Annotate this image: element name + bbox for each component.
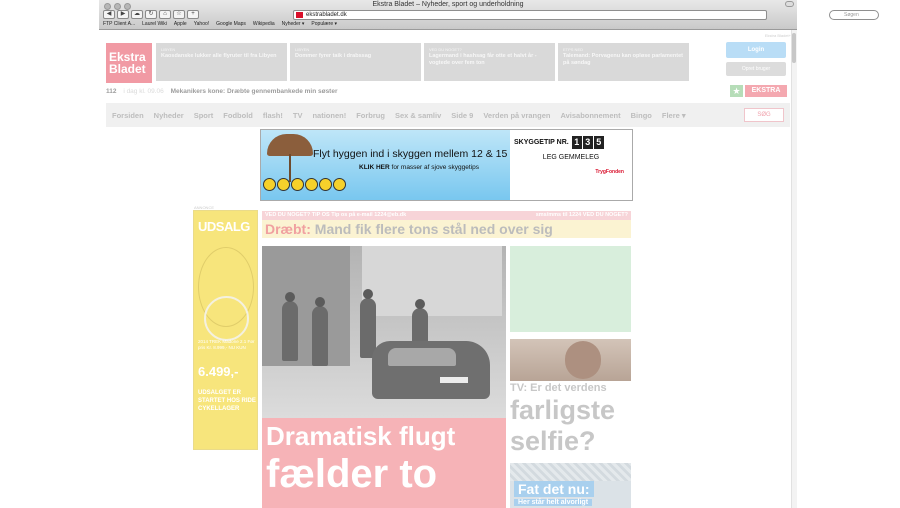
- toolbar-toggle-icon[interactable]: [785, 1, 794, 7]
- teaser-card[interactable]: VED DU NOGET? Lagermand i hashsag får ot…: [424, 43, 555, 81]
- nav-item[interactable]: TV: [293, 111, 303, 120]
- duck-icon: [263, 178, 276, 191]
- nav-item[interactable]: Forbrug: [356, 111, 385, 120]
- firefighter-figure: [312, 306, 328, 366]
- ekstra-button[interactable]: EKSTRA: [745, 85, 787, 97]
- firefighter-figure: [282, 301, 298, 361]
- duck-icon: [305, 178, 318, 191]
- nav-item[interactable]: Avisabonnement: [560, 111, 620, 120]
- duck-icon: [333, 178, 346, 191]
- create-user-button[interactable]: Opret bruger: [726, 62, 786, 76]
- breaking-time: i dag kl. 09.06: [123, 88, 164, 95]
- nav-item[interactable]: Sex & samliv: [395, 111, 441, 120]
- banner-headline: Flyt hyggen ind i skyggen mellem 12 & 15: [313, 148, 508, 160]
- ad-price: 6.499,-: [198, 364, 239, 379]
- scrollbar-thumb[interactable]: [792, 33, 796, 63]
- skyggetip-digits: 1 3 5: [571, 136, 604, 149]
- nav-item[interactable]: Bingo: [631, 111, 652, 120]
- bookmarks-bar: FTP Client A... Laurel Wiki Apple Yahoo!…: [103, 21, 337, 27]
- bookmark-item[interactable]: Yahoo!: [194, 21, 209, 27]
- login-note: Ekstra Bladet+: [764, 33, 791, 38]
- digit: 1: [571, 136, 582, 149]
- ad-banner[interactable]: Flyt hyggen ind i skyggen mellem 12 & 15…: [260, 129, 633, 201]
- breaking-text: Mekanikers kone: Dræbte gennembankede mi…: [170, 88, 338, 95]
- nav-item[interactable]: Sport: [194, 111, 214, 120]
- home-icon[interactable]: ⌂: [159, 10, 171, 19]
- main-navigation: Forsiden Nyheder Sport Fodbold flash! TV…: [106, 103, 790, 127]
- browser-nav-buttons: ◀ ▶ ☁ ↻ ⌂ ☆ +: [103, 10, 199, 19]
- site-logo[interactable]: Ekstra Bladet: [106, 43, 152, 83]
- lead-headline[interactable]: Dramatisk flugt fælder to: [262, 418, 506, 508]
- sale-title: UDSALG: [198, 219, 250, 234]
- banner-counter: SKYGGETIP NR. 1 3 5 LEG GEMMELEG TrygFon…: [510, 130, 632, 200]
- headline-text: Mand fik flere tons stål ned over sig: [310, 221, 553, 237]
- cloud-icon[interactable]: ☁: [131, 10, 143, 19]
- duck-icon: [291, 178, 304, 191]
- nav-item[interactable]: Forsiden: [112, 111, 144, 120]
- address-bar[interactable]: ekstrabladet.dk: [293, 10, 767, 20]
- selfie-headline[interactable]: TV: Er det verdens farligste selfie?: [510, 382, 631, 457]
- bookmark-item[interactable]: FTP Client A...: [103, 21, 135, 27]
- forward-icon[interactable]: ▶: [117, 10, 129, 19]
- address-url: ekstrabladet.dk: [306, 12, 347, 18]
- back-icon[interactable]: ◀: [103, 10, 115, 19]
- breaking-label: 112: [106, 88, 117, 95]
- browser-toolbar: Ekstra Bladet – Nyheder, sport og underh…: [99, 0, 879, 30]
- left-ad[interactable]: ANNONCE UDSALG 2014 TREK Madone 2.1 Før …: [193, 205, 258, 450]
- page-scrollbar[interactable]: [791, 30, 797, 508]
- teaser-strip: LIBYEN Kaosdanske lukker alle flyruter t…: [156, 43, 689, 81]
- browser-search-input[interactable]: Søgen: [829, 10, 879, 20]
- breaking-news[interactable]: 112 i dag kl. 09.06 Mekanikers kone: Dræ…: [106, 88, 338, 95]
- nav-item[interactable]: Verden på vrangen: [483, 111, 550, 120]
- login-panel: Ekstra Bladet+ Login Opret bruger: [726, 33, 791, 91]
- fat-det-nu-teaser[interactable]: Fat det nu: Her står helt alvorligt: [510, 463, 631, 508]
- tip-bar[interactable]: VED DU NOGET? TIP OS Tip os på e-mail 12…: [262, 211, 631, 220]
- window-title: Ekstra Bladet – Nyheder, sport og underh…: [372, 1, 524, 8]
- nav-item[interactable]: Fodbold: [223, 111, 253, 120]
- digit: 5: [593, 136, 604, 149]
- teaser-card[interactable]: LIBYEN Dommer fyrer taik i drabssag: [290, 43, 421, 81]
- bookmark-item[interactable]: Populære ▾: [311, 21, 337, 27]
- nav-item[interactable]: flash!: [263, 111, 283, 120]
- umbrella-icon: [267, 134, 313, 156]
- banner-illustration: Flyt hyggen ind i skyggen mellem 12 & 15…: [261, 130, 510, 200]
- trygfonden-logo: TrygFonden: [595, 169, 624, 175]
- duck-icon: [319, 178, 332, 191]
- headline-prefix: Dræbt:: [265, 221, 311, 237]
- ad-placeholder: [510, 246, 631, 332]
- web-page: Ekstra Bladet LIBYEN Kaosdanske lukker a…: [99, 30, 797, 508]
- share-icon[interactable]: +: [187, 10, 199, 19]
- bookmark-item[interactable]: Nyheder ▾: [282, 21, 305, 27]
- site-favicon-icon: [296, 12, 303, 18]
- teaser-card[interactable]: ETPS NED Talemand: Porvagenu kan opløse …: [558, 43, 689, 81]
- bookmark-icon[interactable]: ☆: [173, 10, 185, 19]
- ducks-illustration: [263, 178, 346, 191]
- site-search-button[interactable]: SØG: [744, 108, 784, 122]
- banner-subline: KLIK HER for masser af sjove skyggetips: [359, 164, 479, 171]
- teaser-card[interactable]: LIBYEN Kaosdanske lukker alle flyruter t…: [156, 43, 287, 81]
- nav-item-more[interactable]: Flere ▾: [662, 111, 686, 120]
- reload-icon[interactable]: ↻: [145, 10, 157, 19]
- bike-wheel-icon: [204, 296, 249, 341]
- duck-icon: [277, 178, 290, 191]
- nav-item[interactable]: nationen!: [312, 111, 346, 120]
- nav-item[interactable]: Nyheder: [154, 111, 184, 120]
- bookmark-item[interactable]: Wikipedia: [253, 21, 275, 27]
- ad-model: 2014 TREK Madone 2.1 Før pris Kr. 8.999,…: [198, 339, 255, 350]
- lead-photo[interactable]: [262, 246, 506, 418]
- star-icon[interactable]: ★: [730, 85, 743, 97]
- bookmark-item[interactable]: Laurel Wiki: [142, 21, 167, 27]
- ad-started: UDSALGET ER STARTET HOS RIDE CYKELLAGER: [198, 390, 256, 412]
- selfie-thumbnail[interactable]: [510, 339, 631, 381]
- banner-game-label: LEG GEMMELEG: [542, 154, 600, 161]
- skyggetip-label: SKYGGETIP NR.: [514, 139, 569, 146]
- bookmark-item[interactable]: Apple: [174, 21, 187, 27]
- nav-item[interactable]: Side 9: [451, 111, 473, 120]
- bookmark-item[interactable]: Google Maps: [216, 21, 246, 27]
- login-button[interactable]: Login: [726, 42, 786, 58]
- top-headline[interactable]: Dræbt: Mand fik flere tons stål ned over…: [262, 220, 631, 238]
- digit: 3: [582, 136, 593, 149]
- ad-tag: ANNONCE: [194, 205, 215, 210]
